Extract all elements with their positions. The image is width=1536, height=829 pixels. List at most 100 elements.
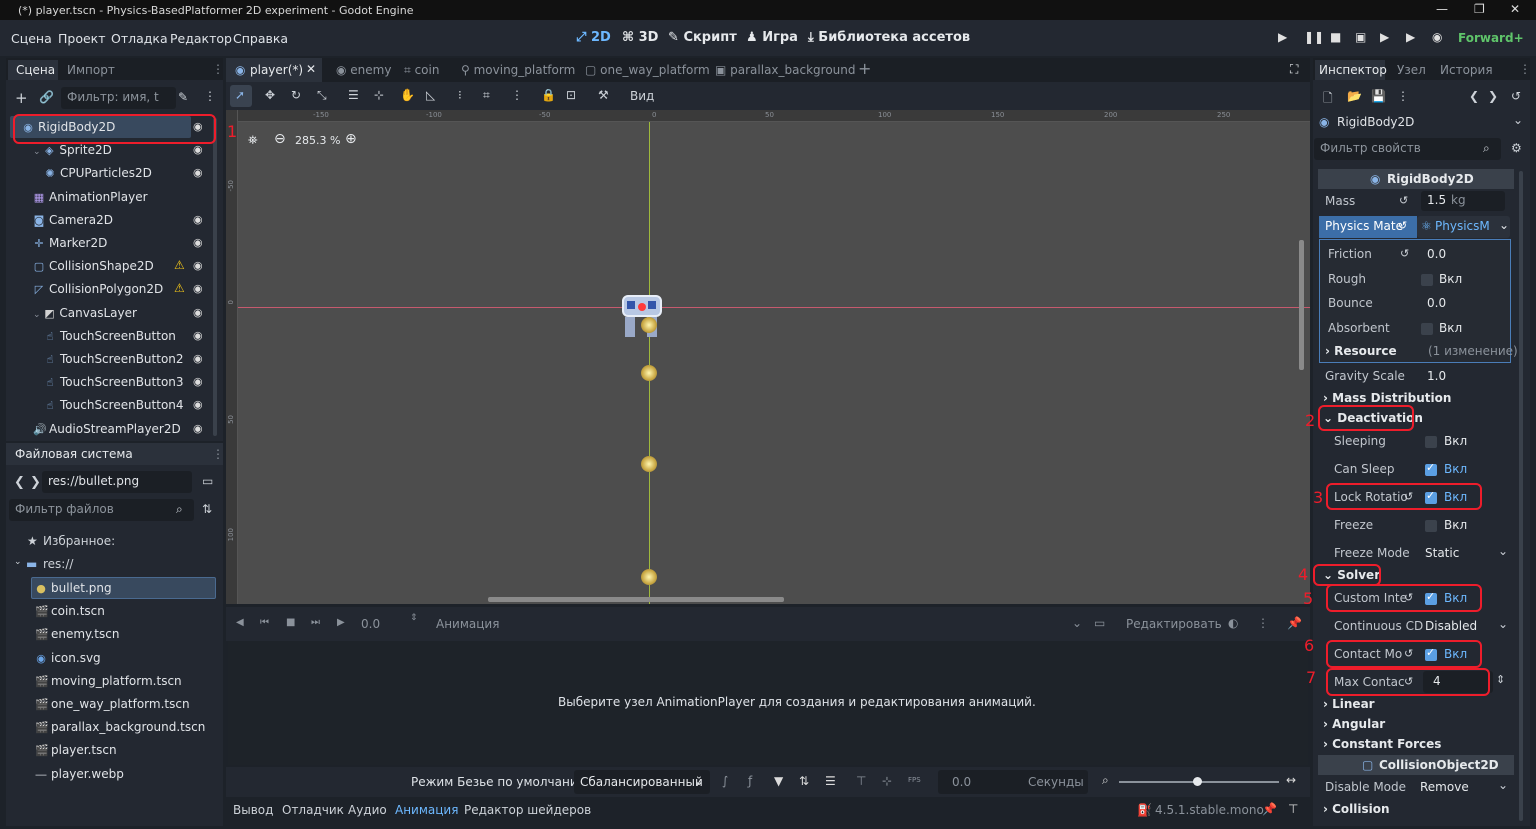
angular-section[interactable]: › Angular [1323, 717, 1385, 731]
rough-checkbox[interactable] [1421, 274, 1433, 286]
maximize-button[interactable]: ❐ [1474, 2, 1485, 16]
viewport-hscroll[interactable] [488, 597, 784, 602]
anim-time[interactable]: 0.0 [361, 617, 380, 631]
player-sprite[interactable] [619, 295, 665, 339]
fit-timeline-icon[interactable]: ↔ [1286, 773, 1296, 787]
zoom-in-icon[interactable]: ⊕ [345, 131, 357, 147]
grid-snap-icon[interactable]: ⌗ [483, 88, 490, 103]
scene-tree-item[interactable]: ☝ TouchScreenButton4 [44, 398, 184, 420]
gravity-scale-value[interactable]: 1.0 [1427, 369, 1446, 383]
warning-icon[interactable]: ⚠ [174, 281, 185, 295]
physics-material-field[interactable]: ⚛ PhysicsM ⌄ [1417, 216, 1510, 238]
pause-icon[interactable]: ❚❚ [1304, 30, 1324, 44]
resource-menu-icon[interactable]: ⋮ [1397, 89, 1409, 103]
pin-icon[interactable]: 📌 [1287, 616, 1302, 630]
history-back-icon[interactable]: ❮ [1469, 89, 1479, 103]
ruler-tool-icon[interactable]: ◺ [426, 88, 435, 102]
add-node-icon[interactable]: + [15, 89, 28, 107]
file-list-item[interactable]: ● bullet.png [35, 581, 111, 603]
friction-value[interactable]: 0.0 [1427, 247, 1446, 261]
close-window-button[interactable]: ✕ [1510, 2, 1520, 16]
linear-section[interactable]: › Linear [1323, 697, 1375, 711]
slider-grabber[interactable] [1193, 777, 1202, 786]
sort-icon[interactable]: ⇅ [202, 502, 212, 516]
minimize-button[interactable]: — [1436, 2, 1448, 16]
bone-icon[interactable]: ⚒ [598, 88, 609, 102]
tab-audio[interactable]: Аудио [348, 803, 387, 817]
chevron-down-icon[interactable]: ⌄ [1072, 616, 1082, 630]
chevron-down-icon[interactable]: ⌄ [14, 557, 22, 567]
play-scene-icon[interactable]: ▶ [1380, 30, 1389, 44]
file-list-item[interactable]: 🎬 one_way_platform.tscn [35, 697, 190, 719]
scene-tree-item[interactable]: ⌄ ◩ CanvasLayer [33, 306, 137, 328]
scene-menu-icon[interactable]: ⋮ [204, 89, 216, 103]
menu-scene[interactable]: Сцена [11, 31, 52, 46]
animation-tools-icon[interactable]: ▭ [1094, 616, 1105, 630]
revert-icon[interactable]: ↺ [1398, 219, 1407, 232]
disable-mode-value[interactable]: Remove [1420, 780, 1469, 794]
stop-anim-icon[interactable]: ■ [286, 617, 295, 628]
workspace-2d[interactable]: ⤢ 2D [576, 30, 611, 45]
scene-tree-item[interactable]: ◙ Camera2D [33, 213, 113, 235]
chevron-down-icon[interactable]: ⌄ [1498, 617, 1508, 631]
visibility-eye-icon[interactable]: ◉ [193, 236, 203, 249]
sleeping-value[interactable]: Вкл [1444, 434, 1467, 448]
editor-tab-coin[interactable]: ⌗ coin [404, 63, 439, 78]
pin-panel-icon[interactable]: 📌 [1262, 802, 1277, 816]
close-tab-icon[interactable]: ✕ [306, 62, 316, 76]
constant-forces-section[interactable]: › Constant Forces [1323, 737, 1441, 751]
visibility-eye-icon[interactable]: ◉ [193, 398, 203, 411]
file-list-item[interactable]: 🎬 coin.tscn [35, 604, 105, 626]
stop-icon[interactable]: ■ [1330, 30, 1341, 44]
bounce-value[interactable]: 0.0 [1427, 296, 1446, 310]
workspace-3d[interactable]: ⌘ 3D [622, 30, 658, 45]
view-menu[interactable]: Вид [630, 89, 654, 103]
scene-tree-item[interactable]: ✺ CPUParticles2D [44, 166, 151, 188]
editor-tab-moving-platform[interactable]: ⚲ moving_platform [461, 63, 575, 77]
visibility-eye-icon[interactable]: ◉ [193, 306, 203, 319]
step-input[interactable]: 0.0 Секунды [938, 770, 1088, 794]
anim-menu-icon[interactable]: ⋮ [1257, 616, 1269, 630]
canvas-viewport[interactable]: -150 -100 -50 0 50 100 150 200 250 -50 0 50 100 ⛯ ⊖… [226, 110, 1310, 604]
revert-icon[interactable]: ↺ [1399, 194, 1408, 207]
version-label[interactable]: 4.5.1.stable.mono [1155, 803, 1264, 817]
list-icon[interactable]: ☰ [825, 774, 836, 788]
pan-tool-icon[interactable]: ✋ [400, 88, 415, 102]
remote-debug-icon[interactable]: ▣ [1355, 30, 1366, 44]
split-view-icon[interactable]: ▭ [202, 474, 213, 488]
tab-filesystem[interactable]: Файловая система [15, 447, 133, 461]
zoom-level[interactable]: 285.3 % [295, 134, 340, 147]
warning-icon[interactable]: ⚠ [174, 258, 185, 272]
back-icon[interactable]: ❮ [14, 475, 25, 490]
chevron-down-icon[interactable]: ⌄ [1513, 113, 1523, 127]
scale-tool-icon[interactable]: ⤡ [317, 88, 327, 103]
rotate-tool-icon[interactable]: ↻ [291, 88, 301, 102]
tab-node[interactable]: Узел [1397, 63, 1426, 77]
inspector-scrollbar[interactable] [1519, 171, 1523, 821]
chevron-down-icon[interactable]: ⌄ [33, 310, 43, 320]
file-list-item[interactable]: 🎬 parallax_background.tscn [35, 720, 205, 742]
bezier-mode-select[interactable]: Сбалансированный ⌄ [574, 770, 710, 794]
play-custom-scene-icon[interactable]: ▶ [1406, 30, 1415, 44]
function-icon[interactable]: ƒ [748, 774, 752, 788]
renderer-select[interactable]: Forward+ [1458, 31, 1524, 45]
workspace-game[interactable]: ♟ Игра [746, 30, 798, 45]
open-resource-icon[interactable]: 📂 [1347, 89, 1362, 103]
snap-options-icon[interactable]: ⋮ [511, 88, 523, 102]
center-view-icon[interactable]: ⛯ [248, 133, 258, 148]
new-resource-icon[interactable]: 🗋 [1323, 89, 1333, 110]
fps-toggle[interactable]: FPS [908, 776, 921, 784]
tab-import[interactable]: Импорт [67, 63, 115, 77]
visibility-eye-icon[interactable]: ◉ [193, 282, 203, 295]
object-history-icon[interactable]: ↺ [1511, 89, 1521, 103]
inspector-menu-icon[interactable]: ⋮ [1519, 62, 1531, 76]
save-resource-icon[interactable]: 💾 [1371, 89, 1386, 103]
visibility-eye-icon[interactable]: ◉ [193, 352, 203, 365]
mass-distribution-section[interactable]: › Mass Distribution [1323, 391, 1451, 405]
lock-icon[interactable]: 🔒 [541, 88, 556, 102]
fs-root-label[interactable]: res:// [43, 557, 73, 571]
visibility-eye-icon[interactable]: ◉ [193, 166, 203, 179]
pivot-tool-icon[interactable]: ⊹ [374, 88, 384, 102]
rough-value[interactable]: Вкл [1439, 272, 1462, 286]
keyframe-icon[interactable]: ⊹ [882, 774, 892, 788]
